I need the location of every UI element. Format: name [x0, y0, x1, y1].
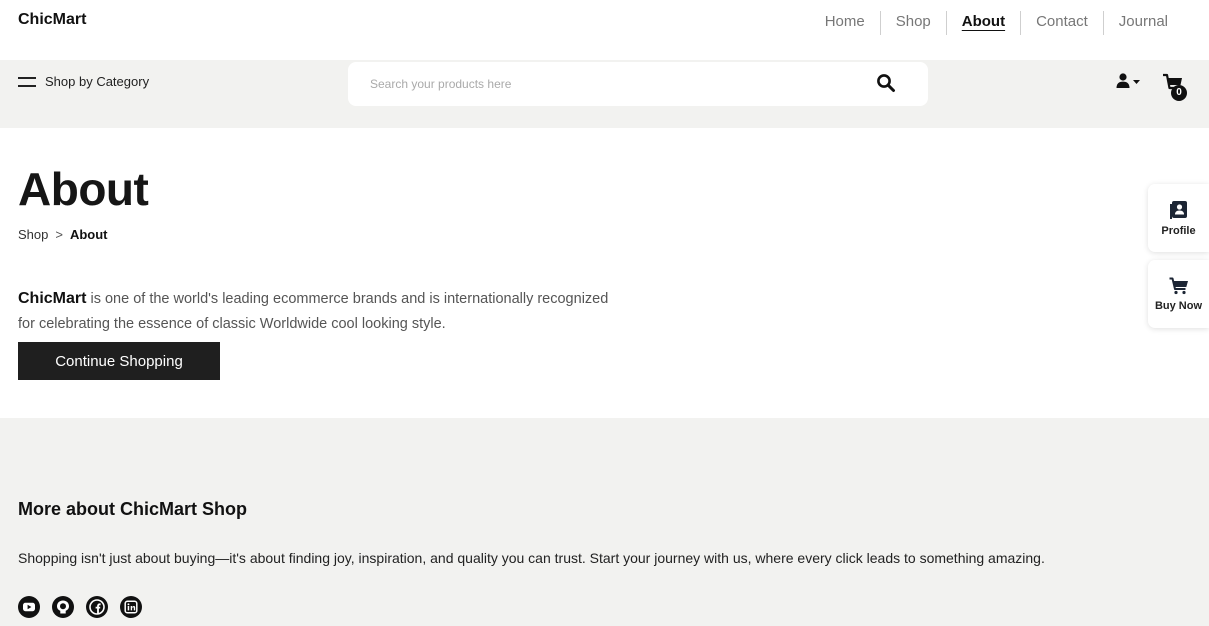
- breadcrumb-current: About: [69, 227, 108, 242]
- footer: More about ChicMart Shop Shopping isn't …: [0, 418, 1209, 626]
- menu-icon: [18, 76, 36, 87]
- footer-description: Shopping isn't just about buying—it's ab…: [18, 550, 1045, 566]
- nav-home[interactable]: Home: [810, 11, 880, 35]
- page-title: About: [18, 163, 149, 215]
- facebook-icon[interactable]: [86, 596, 108, 618]
- main-nav: Home Shop About Contact Journal: [810, 11, 1183, 35]
- breadcrumb-shop-link[interactable]: Shop: [18, 227, 48, 242]
- user-menu-icon[interactable]: [1116, 73, 1142, 89]
- youtube-icon[interactable]: [18, 596, 40, 618]
- top-header: ChicMart Home Shop About Contact Journal: [0, 0, 1209, 60]
- brand-logo[interactable]: ChicMart: [18, 11, 86, 29]
- search-placeholder: Search your products here: [370, 77, 512, 91]
- profile-icon: [1169, 200, 1187, 219]
- about-body-text: is one of the world's leading ecommerce …: [18, 291, 609, 332]
- profile-label: Profile: [1161, 224, 1196, 237]
- footer-title: More about ChicMart Shop: [18, 499, 247, 519]
- continue-shopping-button[interactable]: Continue Shopping: [18, 342, 220, 380]
- about-brand-name: ChicMart: [18, 290, 87, 307]
- about-description: ChicMart is one of the world's leading e…: [18, 286, 618, 337]
- buy-now-label: Buy Now: [1154, 299, 1203, 312]
- profile-widget[interactable]: Profile: [1148, 184, 1209, 252]
- nav-about[interactable]: About: [947, 11, 1020, 35]
- nav-contact[interactable]: Contact: [1021, 11, 1103, 35]
- nav-shop[interactable]: Shop: [881, 11, 946, 35]
- breadcrumb-separator: >: [55, 227, 63, 242]
- cart-count-badge: 0: [1171, 85, 1187, 101]
- category-label: Shop by Category: [45, 74, 150, 89]
- search-icon[interactable]: [876, 73, 896, 93]
- linkedin-icon[interactable]: [120, 596, 142, 618]
- nav-journal[interactable]: Journal: [1104, 11, 1183, 35]
- sub-header: Shop by Category Search your products he…: [0, 60, 1209, 128]
- github-icon[interactable]: [52, 596, 74, 618]
- buy-now-widget[interactable]: Buy Now: [1148, 260, 1209, 328]
- social-links: [18, 596, 154, 618]
- search-input[interactable]: Search your products here: [348, 62, 928, 106]
- shop-by-category-button[interactable]: Shop by Category: [18, 74, 149, 89]
- breadcrumb: Shop > About: [18, 227, 108, 242]
- shopping-cart-icon: [1169, 277, 1188, 294]
